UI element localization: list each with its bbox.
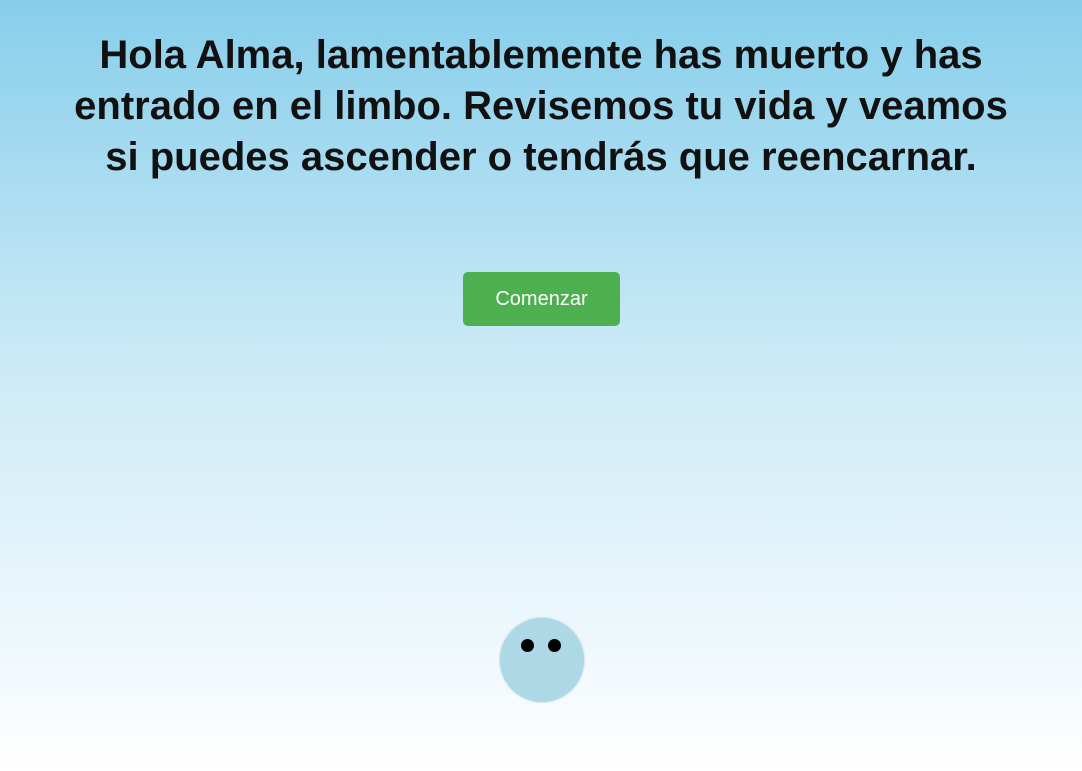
limbo-screen: Hola Alma, lamentablemente has muerto y … <box>0 0 1082 771</box>
soul-character-icon <box>500 618 584 702</box>
start-button[interactable]: Comenzar <box>463 272 620 326</box>
left-eye <box>521 639 534 652</box>
intro-message: Hola Alma, lamentablemente has muerto y … <box>74 33 1008 179</box>
right-eye <box>548 639 561 652</box>
